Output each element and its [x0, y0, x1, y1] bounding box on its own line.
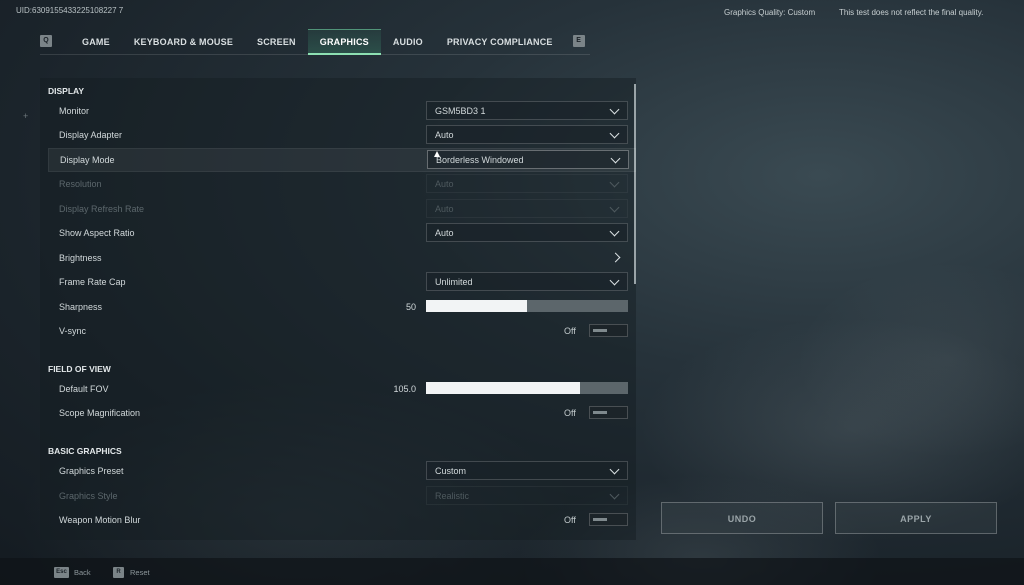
r-key-icon: R: [113, 567, 124, 578]
setting-label: Monitor: [59, 106, 90, 116]
footer-bar: Esc Back R Reset: [0, 558, 1024, 585]
tab-audio[interactable]: AUDIO: [381, 29, 435, 54]
slider-value: 50: [405, 302, 416, 312]
esc-key-icon: Esc: [54, 567, 69, 578]
setting-label: Sharpness: [59, 302, 103, 312]
resolution-dropdown: Auto: [426, 174, 628, 193]
monitor-dropdown[interactable]: GSM5BD3 1: [426, 101, 628, 120]
setting-label: Display Mode: [60, 155, 115, 165]
setting-sharpness[interactable]: Sharpness 50: [48, 296, 634, 318]
dropdown-value: Auto: [435, 130, 454, 140]
setting-label: Weapon Motion Blur: [59, 515, 141, 525]
tab-bar: Q GAME KEYBOARD & MOUSE SCREEN GRAPHICS …: [40, 29, 590, 55]
setting-label: Default FOV: [59, 384, 109, 394]
back-button[interactable]: Back: [74, 568, 91, 577]
setting-scope-magnification[interactable]: Scope Magnification Off: [48, 402, 634, 424]
mouse-cursor-icon: [434, 151, 440, 157]
next-tab-key[interactable]: E: [572, 35, 585, 47]
reset-button[interactable]: Reset: [130, 568, 150, 577]
tab-privacy-compliance[interactable]: PRIVACY COMPLIANCE: [435, 29, 565, 54]
display-adapter-dropdown[interactable]: Auto: [426, 125, 628, 144]
setting-label: Graphics Style: [59, 491, 118, 501]
dropdown-value: GSM5BD3 1: [435, 106, 486, 116]
setting-aspect-ratio[interactable]: Show Aspect Ratio Auto: [48, 222, 634, 244]
fov-slider[interactable]: [426, 382, 628, 394]
section-field-of-view: FIELD OF VIEW: [48, 364, 111, 374]
aspect-ratio-dropdown[interactable]: Auto: [426, 223, 628, 242]
uid-text: UID:6309155433225108227 7: [16, 6, 124, 15]
side-plus-icon: +: [23, 111, 29, 121]
setting-label: Display Refresh Rate: [59, 204, 145, 214]
setting-display-mode[interactable]: Display Mode Borderless Windowed: [48, 148, 636, 172]
toggle-knob: [593, 518, 607, 521]
refresh-rate-dropdown: Auto: [426, 199, 628, 218]
dropdown-value: Unlimited: [435, 277, 473, 287]
chevron-down-icon: [609, 177, 620, 188]
chevron-down-icon: [609, 202, 620, 213]
dropdown-value: Auto: [435, 179, 454, 189]
chevron-down-icon: [610, 153, 621, 164]
settings-scrollbar[interactable]: [634, 84, 636, 284]
chevron-down-icon: [609, 128, 620, 139]
dropdown-value: Auto: [435, 204, 454, 214]
graphics-quality-label: Graphics Quality: Custom: [724, 8, 816, 17]
tab-graphics[interactable]: GRAPHICS: [307, 29, 381, 55]
setting-label: Brightness: [59, 253, 102, 263]
graphics-style-dropdown: Realistic: [426, 486, 628, 505]
setting-label: V-sync: [59, 326, 87, 336]
vsync-toggle[interactable]: [589, 324, 628, 337]
dropdown-value: Custom: [435, 466, 467, 476]
tab-game[interactable]: GAME: [70, 29, 122, 54]
dropdown-value: Borderless Windowed: [436, 155, 524, 165]
setting-frame-rate-cap[interactable]: Frame Rate Cap Unlimited: [48, 271, 634, 293]
setting-label: Graphics Preset: [59, 466, 124, 476]
setting-graphics-preset[interactable]: Graphics Preset Custom: [48, 460, 634, 482]
setting-resolution: Resolution Auto: [48, 173, 634, 195]
toggle-state: Off: [564, 408, 576, 418]
undo-button[interactable]: UNDO: [661, 502, 823, 534]
setting-label: Resolution: [59, 179, 102, 189]
setting-weapon-motion-blur[interactable]: Weapon Motion Blur Off: [48, 509, 634, 531]
setting-label: Frame Rate Cap: [59, 277, 126, 287]
section-basic-graphics: BASIC GRAPHICS: [48, 446, 122, 456]
setting-label: Show Aspect Ratio: [59, 228, 135, 238]
graphics-preset-dropdown[interactable]: Custom: [426, 461, 628, 480]
chevron-down-icon: [609, 226, 620, 237]
apply-button[interactable]: APPLY: [835, 502, 997, 534]
scope-magnification-toggle[interactable]: [589, 406, 628, 419]
chevron-down-icon: [609, 489, 620, 500]
section-display: DISPLAY: [48, 86, 85, 96]
setting-display-adapter[interactable]: Display Adapter Auto: [48, 124, 634, 146]
toggle-state: Off: [564, 515, 576, 525]
slider-value: 105.0: [393, 384, 416, 394]
prev-tab-key[interactable]: Q: [40, 35, 52, 47]
chevron-down-icon: [609, 104, 620, 115]
display-mode-dropdown[interactable]: Borderless Windowed: [427, 150, 629, 169]
dropdown-value: Realistic: [435, 491, 470, 501]
setting-vsync[interactable]: V-sync Off: [48, 320, 634, 342]
tab-screen[interactable]: SCREEN: [245, 29, 308, 54]
slider-fill: [426, 300, 527, 312]
setting-graphics-style: Graphics Style Realistic: [48, 485, 634, 507]
frame-rate-cap-dropdown[interactable]: Unlimited: [426, 272, 628, 291]
setting-monitor[interactable]: Monitor GSM5BD3 1: [48, 100, 634, 122]
toggle-knob: [593, 329, 607, 332]
dropdown-value: Auto: [435, 228, 454, 238]
setting-label: Scope Magnification: [59, 408, 141, 418]
toggle-knob: [593, 411, 607, 414]
setting-label: Display Adapter: [59, 130, 123, 140]
slider-fill: [426, 382, 580, 394]
toggle-state: Off: [564, 326, 576, 336]
chevron-down-icon: [609, 464, 620, 475]
setting-brightness[interactable]: Brightness: [48, 247, 634, 269]
weapon-motion-blur-toggle[interactable]: [589, 513, 628, 526]
chevron-down-icon: [609, 275, 620, 286]
setting-default-fov[interactable]: Default FOV 105.0: [48, 378, 634, 400]
sharpness-slider[interactable]: [426, 300, 628, 312]
setting-refresh-rate: Display Refresh Rate Auto: [48, 198, 634, 220]
test-note: This test does not reflect the final qua…: [839, 8, 984, 17]
tab-keyboard-mouse[interactable]: KEYBOARD & MOUSE: [122, 29, 245, 54]
chevron-right-icon[interactable]: [610, 252, 621, 263]
